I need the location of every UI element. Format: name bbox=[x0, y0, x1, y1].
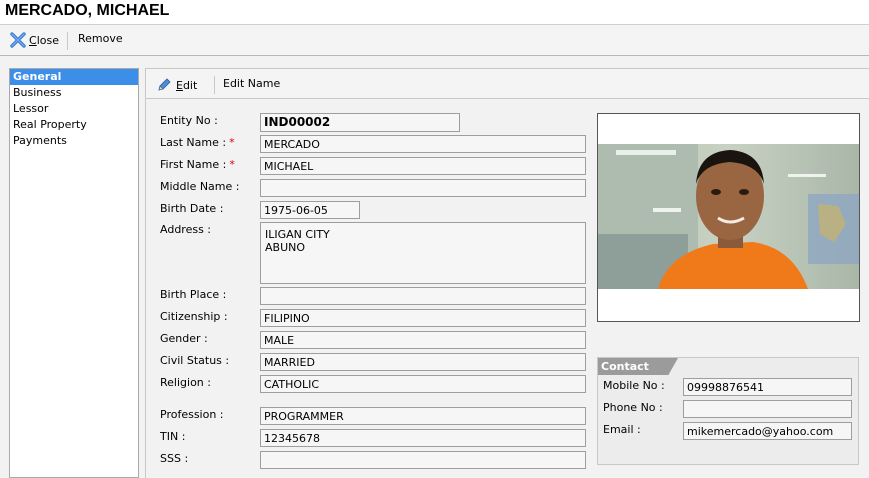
sidebar: General Business Lessor Real Property Pa… bbox=[9, 68, 139, 478]
edit-label: Edit bbox=[176, 78, 198, 92]
sidebar-item-real-property[interactable]: Real Property bbox=[10, 117, 138, 133]
sidebar-item-lessor[interactable]: Lessor bbox=[10, 101, 138, 117]
close-button[interactable]: Close bbox=[10, 32, 59, 48]
email-label: Email : bbox=[603, 423, 641, 436]
required-marker: * bbox=[229, 158, 235, 171]
profession-label: Profession : bbox=[160, 408, 224, 421]
tin-label: TIN : bbox=[160, 430, 186, 443]
sidebar-item-general[interactable]: General bbox=[10, 69, 138, 85]
first-name-field[interactable]: MICHAEL bbox=[260, 157, 586, 175]
mobile-no-label: Mobile No : bbox=[603, 379, 665, 392]
remove-button[interactable]: Remove bbox=[78, 32, 123, 45]
phone-no-field[interactable] bbox=[683, 400, 852, 418]
gender-field[interactable]: MALE bbox=[260, 331, 586, 349]
entity-no-field[interactable]: IND00002 bbox=[260, 113, 460, 132]
contact-info-panel: Contact Info Mobile No : 09998876541 Pho… bbox=[597, 357, 859, 465]
top-toolbar: Close Remove bbox=[0, 24, 869, 56]
religion-field[interactable]: CATHOLIC bbox=[260, 375, 586, 393]
birth-date-field[interactable]: 1975-06-05 bbox=[260, 201, 360, 219]
last-name-field[interactable]: MERCADO bbox=[260, 135, 586, 153]
civil-status-field[interactable]: MARRIED bbox=[260, 353, 586, 371]
photo-frame[interactable] bbox=[597, 113, 860, 322]
religion-label: Religion : bbox=[160, 376, 211, 389]
close-label: Close bbox=[29, 33, 59, 47]
sss-label: SSS : bbox=[160, 452, 189, 465]
gender-label: Gender : bbox=[160, 332, 208, 345]
civil-status-label: Civil Status : bbox=[160, 354, 230, 367]
body-area: General Business Lessor Real Property Pa… bbox=[0, 56, 869, 478]
last-name-label: Last Name : * bbox=[160, 136, 235, 149]
content-panel: Edit Edit Name Entity No : IND00002 Last… bbox=[145, 68, 869, 478]
required-marker: * bbox=[229, 136, 235, 149]
first-name-label-text: First Name : bbox=[160, 158, 227, 171]
address-field[interactable]: ILIGAN CITY ABUNO bbox=[260, 222, 586, 284]
birth-place-field[interactable] bbox=[260, 287, 586, 305]
content-toolbar: Edit Edit Name bbox=[146, 69, 869, 99]
page-title: MERCADO, MICHAEL bbox=[5, 2, 170, 19]
last-name-label-text: Last Name : bbox=[160, 136, 227, 149]
sidebar-item-payments[interactable]: Payments bbox=[10, 133, 138, 149]
person-photo bbox=[598, 144, 859, 289]
address-label: Address : bbox=[160, 223, 212, 236]
sss-field[interactable] bbox=[260, 451, 586, 469]
edit-name-button[interactable]: Edit Name bbox=[223, 77, 280, 90]
mobile-no-field[interactable]: 09998876541 bbox=[683, 378, 852, 396]
middle-name-field[interactable] bbox=[260, 179, 586, 197]
toolbar-divider bbox=[67, 32, 68, 50]
birth-date-label: Birth Date : bbox=[160, 202, 224, 215]
phone-no-label: Phone No : bbox=[603, 401, 663, 414]
first-name-label: First Name : * bbox=[160, 158, 235, 171]
sidebar-item-business[interactable]: Business bbox=[10, 85, 138, 101]
profession-field[interactable]: PROGRAMMER bbox=[260, 407, 586, 425]
citizenship-label: Citizenship : bbox=[160, 310, 228, 323]
content-toolbar-divider bbox=[214, 76, 215, 94]
middle-name-label: Middle Name : bbox=[160, 180, 240, 193]
edit-button[interactable]: Edit bbox=[156, 77, 197, 93]
birth-place-label: Birth Place : bbox=[160, 288, 227, 301]
citizenship-field[interactable]: FILIPINO bbox=[260, 309, 586, 327]
close-icon bbox=[10, 32, 26, 48]
email-field[interactable]: mikemercado@yahoo.com bbox=[683, 422, 852, 440]
contact-info-title: Contact Info bbox=[598, 358, 678, 375]
tin-field[interactable]: 12345678 bbox=[260, 429, 586, 447]
pencil-icon bbox=[156, 77, 172, 93]
entity-no-label: Entity No : bbox=[160, 114, 218, 127]
